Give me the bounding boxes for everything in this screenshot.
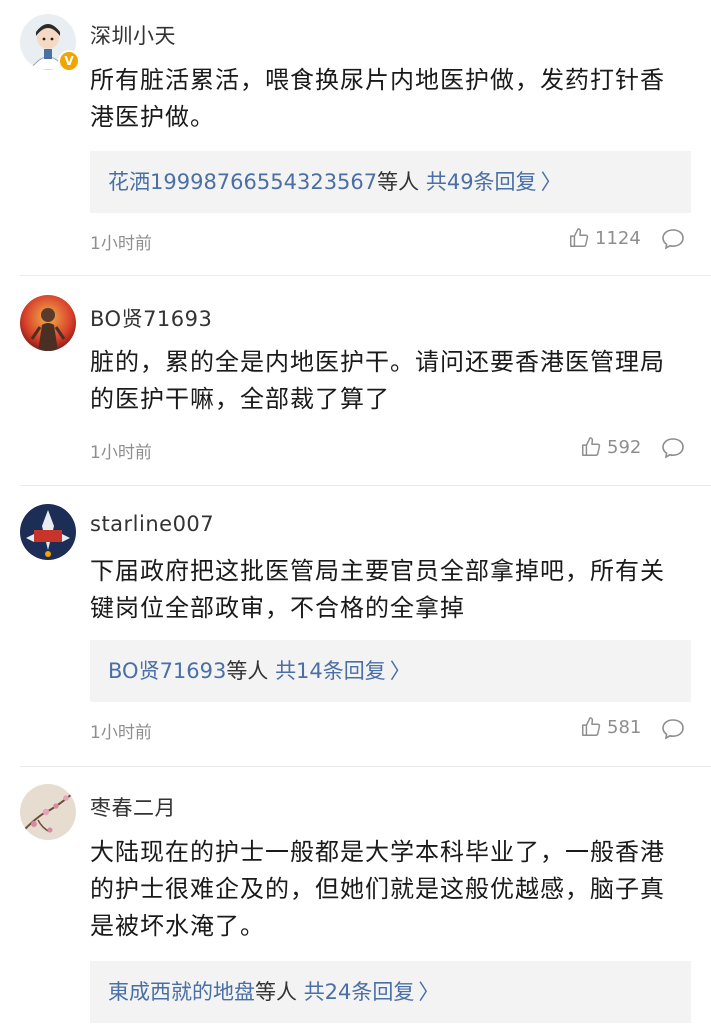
username[interactable]: 深圳小天 [90, 20, 176, 50]
reply-count-link[interactable]: 共24条回复 [304, 980, 415, 1004]
chevron-right-icon: 〉 [540, 170, 562, 194]
timestamp: 1小时前 [90, 723, 152, 743]
divider [20, 275, 711, 276]
like-button[interactable]: 1124 [568, 227, 641, 249]
timestamp: 1小时前 [90, 234, 152, 254]
username[interactable]: BO贤71693 [90, 303, 212, 333]
reply-count-link[interactable]: 共49条回复 [426, 170, 537, 194]
replies-summary[interactable]: 東成西就的地盘等人 共24条回复〉 [90, 961, 691, 1023]
reply-etc-label: 等人 [226, 659, 269, 683]
chevron-right-icon: 〉 [389, 659, 411, 683]
reply-user-link[interactable]: 東成西就的地盘 [108, 980, 255, 1004]
avatar[interactable] [20, 504, 76, 560]
reply-user-link[interactable]: BO贤71693 [108, 659, 226, 683]
reply-etc-label: 等人 [377, 170, 420, 194]
avatar[interactable] [20, 784, 76, 840]
like-button[interactable]: 581 [580, 716, 641, 738]
like-button[interactable]: 592 [580, 436, 641, 458]
comment-text: 所有脏活累活，喂食换尿片内地医护做，发药打针香港医护做。 [90, 66, 665, 131]
username[interactable]: 枣春二月 [90, 792, 176, 822]
comment-text: 大陆现在的护士一般都是大学本科毕业了，一般香港的护士很难企及的，但她们就是这般优… [90, 838, 665, 940]
comment-text: 下届政府把这批医管局主要官员全部拿掉吧，所有关键岗位全部政审，不合格的全拿掉 [90, 557, 665, 622]
comment-text: 脏的，累的全是内地医护干。请问还要香港医管理局的医护干嘛，全部裁了算了 [90, 348, 665, 413]
comment-bubble-icon[interactable] [661, 718, 685, 740]
replies-summary[interactable]: 花洒19998766554323567等人 共49条回复〉 [90, 151, 691, 213]
avatar-blossom-painting-icon [20, 784, 76, 840]
avatar-space-badge-icon [20, 504, 76, 560]
reply-user-link[interactable]: 花洒19998766554323567 [108, 170, 377, 194]
username[interactable]: starline007 [90, 512, 214, 536]
like-count: 592 [607, 436, 642, 458]
like-count: 581 [607, 716, 642, 738]
thumbs-up-icon [570, 228, 589, 247]
thumbs-up-icon [582, 717, 601, 736]
avatar-red-figure-icon [20, 295, 76, 351]
replies-summary[interactable]: BO贤71693等人 共14条回复〉 [90, 640, 691, 702]
divider [20, 485, 711, 486]
reply-etc-label: 等人 [255, 980, 297, 1004]
reply-count-link[interactable]: 共14条回复 [275, 659, 386, 683]
timestamp: 1小时前 [90, 443, 152, 463]
comment-bubble-icon[interactable] [661, 228, 685, 250]
divider [20, 766, 711, 767]
verified-badge: V [58, 50, 80, 72]
chevron-right-icon: 〉 [418, 980, 440, 1004]
comment-bubble-icon[interactable] [661, 437, 685, 459]
thumbs-up-icon [582, 437, 601, 456]
avatar[interactable] [20, 295, 76, 351]
like-count: 1124 [595, 227, 641, 249]
